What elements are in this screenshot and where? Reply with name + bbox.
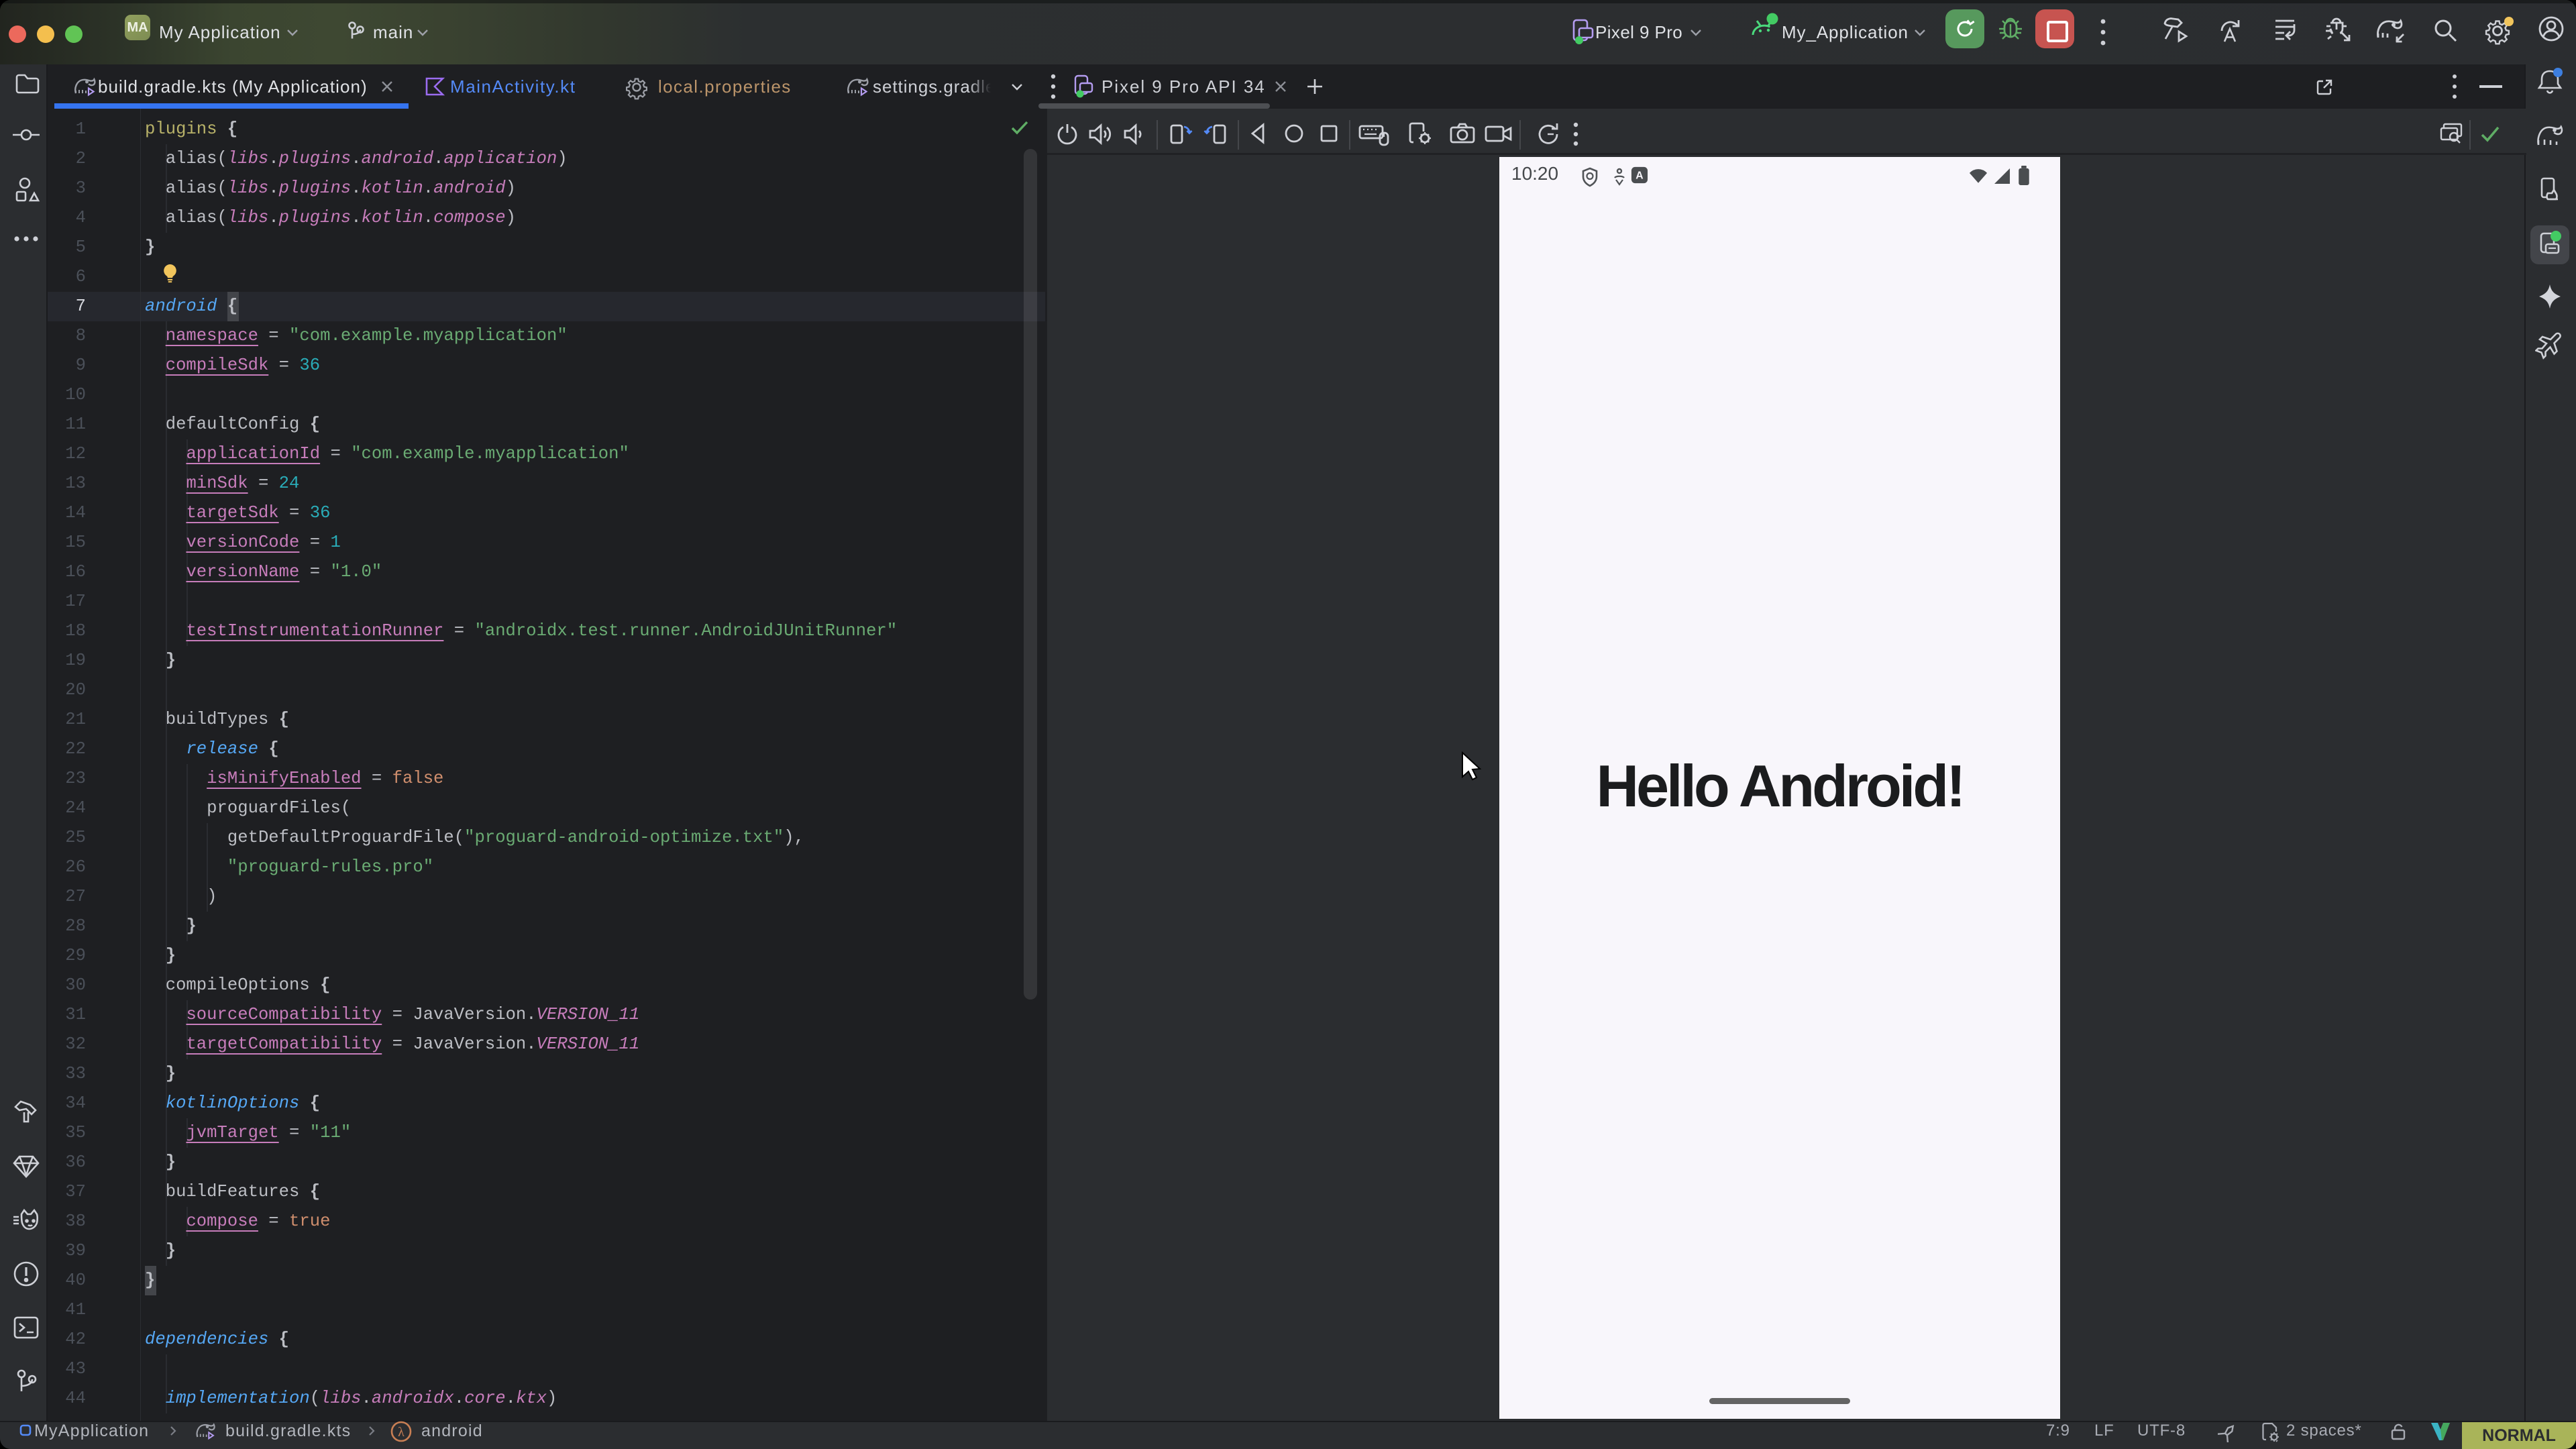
svg-text:λ: λ bbox=[398, 1425, 405, 1440]
svg-text:A: A bbox=[1635, 170, 1643, 182]
